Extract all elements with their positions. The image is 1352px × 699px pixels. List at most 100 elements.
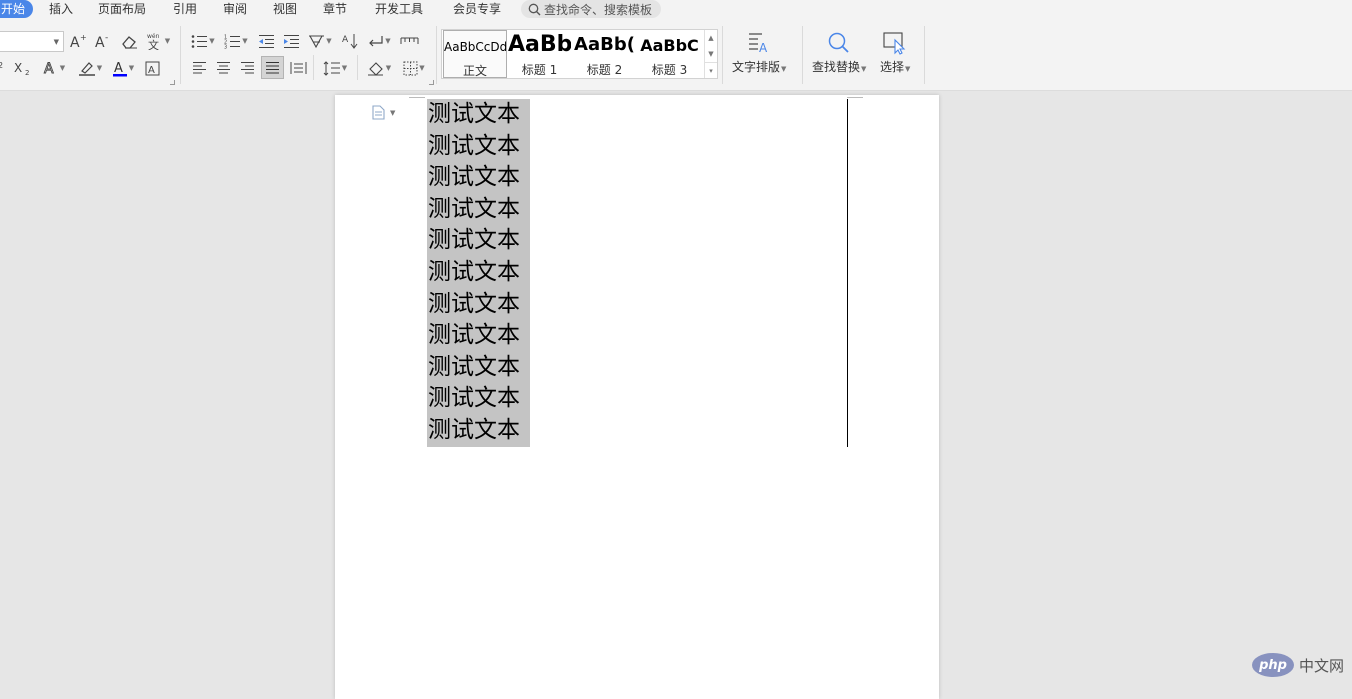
document-body[interactable]: 测试文本 测试文本 测试文本 测试文本 测试文本 测试文本 测试文本 测试文本 … <box>427 99 530 447</box>
svg-text:A: A <box>95 35 105 49</box>
select-button[interactable]: 选择▼ <box>880 31 910 75</box>
style-normal[interactable]: AaBbCcDd 正文 <box>443 30 507 78</box>
grow-font-button[interactable]: A + <box>70 31 88 51</box>
tab-insert[interactable]: 插入 <box>49 0 73 18</box>
svg-text:2: 2 <box>0 61 3 70</box>
style-heading-3[interactable]: AaBbC 标题 3 <box>638 30 701 78</box>
bullet-list-button[interactable]: ▼ <box>189 31 217 51</box>
chevron-down-icon: ▼ <box>242 37 248 45</box>
outdent-icon <box>258 34 274 48</box>
font-dialog-launcher[interactable] <box>170 80 175 85</box>
style-label: 标题 2 <box>586 63 623 77</box>
align-center-button[interactable] <box>213 58 233 78</box>
style-gallery: AaBbCcDd 正文 AaBb 标题 1 AaBb( 标题 2 AaBbC 标… <box>441 29 718 79</box>
text-line[interactable]: 测试文本 <box>427 383 530 415</box>
font-size-combo[interactable]: ▼ <box>0 31 64 52</box>
style-gallery-scroller[interactable]: ▲ ▼ ▾ <box>704 30 717 78</box>
text-line[interactable]: 测试文本 <box>427 193 530 226</box>
paragraph-options-button[interactable]: ▼ <box>372 105 395 120</box>
align-left-button[interactable] <box>189 58 209 78</box>
font-color-button[interactable]: A ▼ <box>109 58 137 78</box>
tab-review[interactable]: 审阅 <box>223 0 247 18</box>
line-spacing-icon <box>323 60 340 76</box>
align-right-icon <box>240 62 254 74</box>
tab-section[interactable]: 章节 <box>323 0 347 18</box>
select-cursor-icon <box>883 32 906 55</box>
borders-button[interactable]: ▼ <box>399 58 429 78</box>
text-line[interactable]: 测试文本 <box>427 225 530 257</box>
justify-button[interactable] <box>261 56 284 79</box>
text-line[interactable]: 测试文本 <box>427 99 530 131</box>
tab-developer-tools[interactable]: 开发工具 <box>375 0 423 18</box>
style-heading-2[interactable]: AaBb( 标题 2 <box>573 30 636 78</box>
text-line[interactable]: 测试文本 <box>427 351 530 384</box>
chinese-layout-button[interactable]: ▼ <box>306 31 334 51</box>
highlight-button[interactable]: ▼ <box>75 58 105 78</box>
line-spacing-button[interactable]: ▼ <box>320 58 350 78</box>
ribbon-divider <box>924 26 925 84</box>
paragraph-mark-button[interactable]: ▼ <box>365 31 393 51</box>
phonetic-guide-icon: wén文 <box>147 33 160 50</box>
text-line[interactable]: 测试文本 <box>427 288 530 321</box>
chevron-down-icon: ▼ <box>385 37 391 45</box>
ribbon-divider <box>313 55 314 80</box>
chinese-layout-icon <box>309 34 325 48</box>
sort-icon: A <box>342 34 357 49</box>
sort-button[interactable]: A <box>340 31 360 51</box>
shrink-font-icon: A- <box>95 33 108 49</box>
style-sample: AaBb( <box>574 34 635 55</box>
character-border-button[interactable]: A <box>143 58 161 78</box>
text-layout-button[interactable]: A 文字排版▼ <box>732 31 786 75</box>
text-layout-icon: A <box>749 33 768 55</box>
tab-references[interactable]: 引用 <box>173 0 197 18</box>
phonetic-guide-button[interactable]: wén 文 ▼ <box>144 31 172 51</box>
chevron-down-icon: ▼ <box>326 37 332 45</box>
tab-home[interactable]: 开始 <box>0 0 34 18</box>
style-heading-1[interactable]: AaBb 标题 1 <box>508 30 571 78</box>
svg-text:A: A <box>114 61 123 76</box>
superscript-button[interactable]: 2 <box>0 58 9 78</box>
superscript-icon: 2 <box>0 61 3 70</box>
shrink-font-button[interactable]: A- <box>95 31 113 51</box>
tab-member[interactable]: 会员专享 <box>453 0 501 18</box>
text-line[interactable]: 测试文本 <box>427 130 530 163</box>
text-effect-button[interactable]: A ▼ <box>40 58 68 78</box>
character-border-icon: A <box>145 61 159 76</box>
paragraph-dialog-launcher[interactable] <box>429 80 434 85</box>
text-line[interactable]: 测试文本 <box>427 256 530 289</box>
chevron-down-icon: ▼ <box>419 64 425 72</box>
find-replace-button[interactable]: 查找替换▼ <box>812 31 866 75</box>
text-line[interactable]: 测试文本 <box>427 414 530 447</box>
menu-bar: 开始 插入 页面布局 引用 审阅 视图 章节 开发工具 会员专享 查找命令、搜索… <box>0 0 1352 18</box>
increase-indent-button[interactable] <box>281 31 301 51</box>
subscript-button[interactable]: X2 <box>14 58 34 78</box>
chevron-down-icon: ▼ <box>341 64 348 72</box>
indent-icon <box>283 34 299 48</box>
ribbon-divider <box>357 55 358 80</box>
margin-line <box>847 99 848 447</box>
tab-page-layout[interactable]: 页面布局 <box>98 0 146 18</box>
text-line[interactable]: 测试文本 <box>427 320 530 352</box>
align-right-button[interactable] <box>237 58 257 78</box>
table-tools-button[interactable] <box>398 31 420 51</box>
command-search-input[interactable]: 查找命令、搜索模板 <box>521 0 661 18</box>
document-page[interactable]: ▼ 测试文本 测试文本 测试文本 测试文本 测试文本 测试文本 测试文本 测试文… <box>335 95 939 699</box>
chevron-up-icon[interactable]: ▲ <box>705 30 717 46</box>
clear-format-button[interactable] <box>120 31 138 51</box>
text-line[interactable]: 测试文本 <box>427 162 530 194</box>
select-label: 选择 <box>880 60 905 74</box>
shading-button[interactable]: ▼ <box>364 58 394 78</box>
chevron-down-icon: ▼ <box>128 64 135 72</box>
style-sample: AaBbCcDd <box>444 40 507 54</box>
decrease-indent-button[interactable] <box>256 31 276 51</box>
justify-icon <box>266 61 279 73</box>
ribbon-divider <box>722 26 723 84</box>
chevron-down-icon[interactable]: ▼ <box>705 46 717 62</box>
tab-view[interactable]: 视图 <box>273 0 297 18</box>
expand-gallery-icon[interactable]: ▾ <box>705 62 717 78</box>
chevron-down-icon: ▼ <box>390 108 396 117</box>
highlighter-icon <box>78 62 95 76</box>
paint-bucket-icon <box>367 61 383 76</box>
numbered-list-button[interactable]: 123 ▼ <box>222 31 250 51</box>
distribute-button[interactable] <box>288 58 308 78</box>
